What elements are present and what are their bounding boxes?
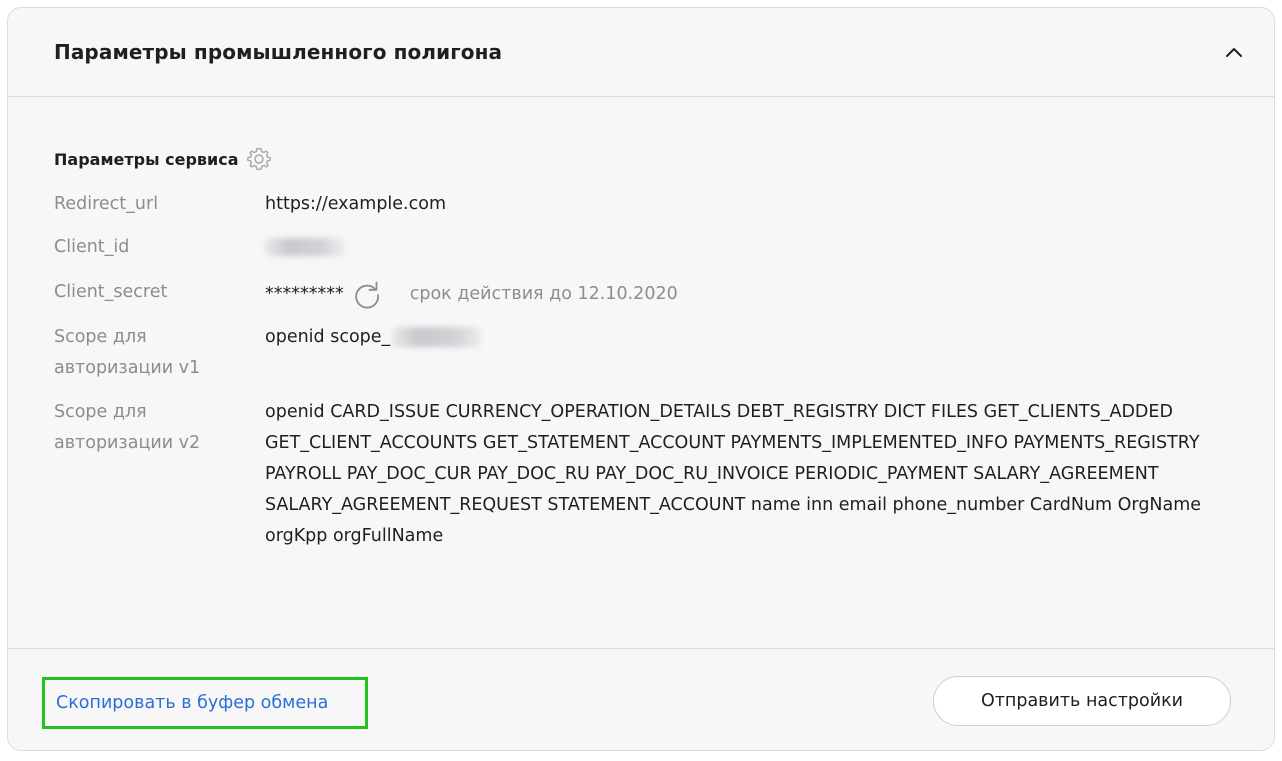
- service-section-title: Параметры сервиса: [54, 143, 275, 175]
- row-client-secret: Client_secret ********* срок действия до…: [54, 277, 1234, 311]
- panel-header[interactable]: Параметры промышленного полигона: [8, 8, 1274, 97]
- service-title-text: Параметры сервиса: [54, 149, 239, 169]
- client-secret-expiry: срок действия до 12.10.2020: [409, 283, 678, 304]
- redirect-url-value: https://example.com: [265, 194, 446, 214]
- scope-v1-label: Scope для авторизации v1: [54, 327, 201, 378]
- copy-to-clipboard-link[interactable]: Скопировать в буфер обмена: [42, 677, 368, 729]
- gear-icon[interactable]: [243, 143, 275, 175]
- client-secret-value-wrap: ********* срок действия до 12.10.2020: [265, 277, 1225, 311]
- chevron-up-icon: [1226, 48, 1242, 57]
- row-scope-v2: Scope для авторизации v2 openid CARD_ISS…: [54, 397, 1234, 587]
- redirect-url-label: Redirect_url: [54, 194, 159, 214]
- scope-v2-value: openid CARD_ISSUE CURRENCY_OPERATION_DET…: [265, 402, 1202, 546]
- scope-v1-redacted: [392, 327, 483, 347]
- client-secret-value: *********: [265, 283, 344, 304]
- scope-v2-label: Scope для авторизации v2: [54, 402, 201, 453]
- client-id-redacted: [265, 238, 345, 256]
- panel-title: Параметры промышленного полигона: [54, 40, 503, 64]
- panel-footer: Скопировать в буфер обмена Отправить нас…: [8, 649, 1274, 750]
- panel-body: Параметры сервиса Redirect_url https://e…: [8, 97, 1274, 649]
- scope-v1-value: openid scope_: [265, 327, 391, 347]
- client-secret-label: Client_secret: [54, 282, 168, 302]
- row-scope-v1: Scope для авторизации v1 openid scope_: [54, 322, 1234, 384]
- scope-v1-value-wrap: openid scope_: [265, 322, 1225, 353]
- client-id-label: Client_id: [54, 237, 130, 257]
- refresh-icon[interactable]: [350, 277, 384, 311]
- client-id-value: [265, 232, 1225, 263]
- row-redirect-url: Redirect_url https://example.com: [54, 189, 1234, 220]
- send-settings-label: Отправить настройки: [980, 691, 1184, 711]
- copy-to-clipboard-label: Скопировать в буфер обмена: [56, 693, 329, 713]
- collapse-button[interactable]: [1220, 38, 1248, 66]
- industrial-environment-panel: Параметры промышленного полигона Парамет…: [7, 7, 1275, 751]
- row-client-id: Client_id: [54, 232, 1234, 263]
- send-settings-button[interactable]: Отправить настройки: [933, 676, 1231, 726]
